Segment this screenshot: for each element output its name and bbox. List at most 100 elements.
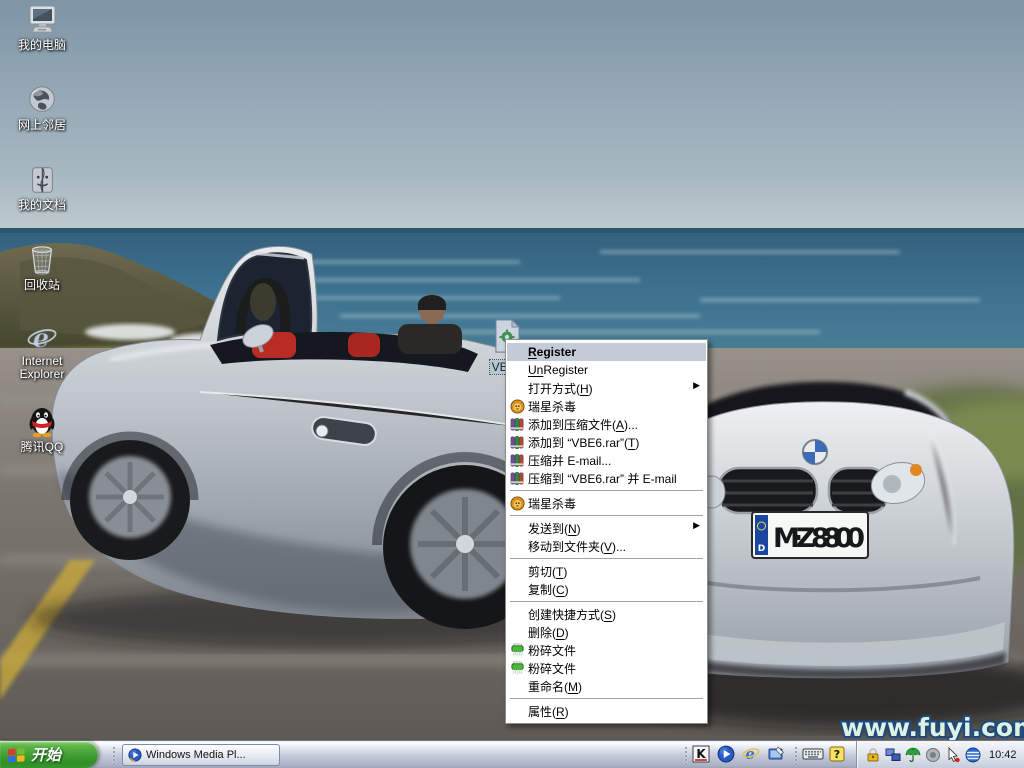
show-desktop-icon — [767, 745, 785, 763]
tray-lock-icon[interactable] — [865, 747, 881, 763]
file-shredder-icon — [507, 660, 528, 676]
menu-item-properties[interactable]: 属性(R) — [507, 702, 706, 720]
menu-item-copy[interactable]: 复制(C) — [507, 580, 706, 598]
menu-item-delete[interactable]: 删除(D) — [507, 623, 706, 641]
desktop-icon-label: 腾讯QQ — [21, 441, 64, 454]
my-computer-icon — [25, 4, 59, 36]
submenu-arrow-icon: ▶ — [693, 520, 700, 531]
blank-icon — [507, 538, 528, 554]
quick-launch-show-desktop[interactable] — [767, 745, 785, 763]
menu-item-rename[interactable]: 重命名(M) — [507, 677, 706, 695]
rising-antivirus-icon — [507, 495, 528, 511]
menu-item-add-to-vbe6-rar[interactable]: 添加到 “VBE6.rar”(T) — [507, 433, 706, 451]
taskbar: 开始 Windows Media Pl... K — [0, 740, 1024, 768]
menu-item-register[interactable]: Register — [507, 343, 706, 361]
winrar-icon — [507, 470, 528, 486]
desktop-icon-label: 我的电脑 — [18, 39, 66, 52]
blank-icon — [507, 520, 528, 536]
svg-text:e: e — [33, 324, 50, 354]
menu-separator — [510, 490, 703, 491]
task-button-label: Windows Media Pl... — [146, 749, 246, 761]
system-tray: 10:42 — [856, 741, 1024, 768]
context-menu: Register UnRegister 打开方式(H) ▶ 瑞星杀毒 添加到压缩… — [505, 339, 708, 724]
rising-antivirus-icon — [507, 398, 528, 414]
my-documents-icon — [26, 164, 58, 196]
desktop-icon-recycle-bin[interactable]: 回收站 — [0, 244, 84, 294]
k-app-icon: K — [692, 745, 710, 763]
blank-icon — [507, 703, 528, 719]
wallpaper-watermark: www.fuyi.com — [841, 713, 1024, 740]
windows-media-player-icon — [128, 748, 142, 762]
tray-cursor-icon[interactable] — [945, 747, 961, 763]
blank-icon — [507, 344, 528, 360]
toolbar-grip[interactable] — [684, 746, 688, 764]
winrar-icon — [507, 452, 528, 468]
menu-item-cut[interactable]: 剪切(T) — [507, 562, 706, 580]
desktop-icon-label: 网上邻居 — [18, 119, 66, 132]
file-shredder-icon — [507, 642, 528, 658]
menu-item-create-shortcut[interactable]: 创建快捷方式(S) — [507, 605, 706, 623]
language-bar-keyboard[interactable] — [802, 746, 824, 762]
menu-item-send-to[interactable]: 发送到(N) ▶ — [507, 519, 706, 537]
blank-icon — [507, 606, 528, 622]
tray-network-icon[interactable] — [885, 747, 901, 763]
tencent-qq-icon — [26, 404, 58, 438]
desktop-icon-tencent-qq[interactable]: 腾讯QQ — [0, 404, 84, 456]
tray-globe-icon[interactable] — [965, 747, 981, 763]
windows-media-player-icon — [717, 745, 735, 763]
toolbar-grip[interactable] — [112, 746, 116, 764]
toolbar-grip[interactable] — [794, 746, 798, 764]
blank-icon — [507, 380, 528, 396]
svg-text:e: e — [745, 745, 755, 763]
desktop-icon-internet-explorer[interactable]: e Internet Explorer — [0, 324, 84, 383]
windows-logo-icon — [7, 746, 26, 763]
svg-text:?: ? — [834, 748, 840, 761]
menu-item-open-with[interactable]: 打开方式(H) ▶ — [507, 379, 706, 397]
menu-item-compress-to-vbe6-rar-and-email[interactable]: 压缩到 “VBE6.rar” 并 E-mail — [507, 469, 706, 487]
desktop-icon-label: 我的文档 — [18, 199, 66, 212]
menu-item-rising-antivirus-scan[interactable]: 瑞星杀毒 — [507, 397, 706, 415]
internet-explorer-icon: e — [26, 324, 58, 354]
menu-item-compress-and-email[interactable]: 压缩并 E-mail... — [507, 451, 706, 469]
menu-separator — [510, 601, 703, 602]
desktop: D M·Z 8800 www.fuyi.com 我的电脑 网上邻居 — [0, 0, 1024, 740]
menu-separator — [510, 515, 703, 516]
blank-icon — [507, 362, 528, 378]
plate-country: D — [758, 544, 765, 554]
blank-icon — [507, 581, 528, 597]
submenu-arrow-icon: ▶ — [693, 380, 700, 391]
menu-separator — [510, 558, 703, 559]
tray-volume-icon[interactable] — [925, 747, 941, 763]
menu-item-shred-file-1[interactable]: 粉碎文件 — [507, 641, 706, 659]
network-places-icon — [26, 84, 58, 116]
desktop-icon-my-computer[interactable]: 我的电脑 — [0, 4, 84, 54]
svg-text:K: K — [696, 747, 706, 761]
blank-icon — [507, 678, 528, 694]
start-button[interactable]: 开始 — [0, 741, 98, 768]
menu-separator — [510, 698, 703, 699]
blank-icon — [507, 563, 528, 579]
tray-umbrella-icon[interactable] — [905, 747, 921, 763]
taskbar-task-windows-media-player[interactable]: Windows Media Pl... — [122, 744, 280, 766]
quick-launch-internet-explorer[interactable]: e — [742, 745, 760, 763]
quick-launch-media-player[interactable] — [717, 745, 735, 763]
blank-icon — [507, 624, 528, 640]
menu-item-rising-antivirus-scan-2[interactable]: 瑞星杀毒 — [507, 494, 706, 512]
language-bar-help[interactable]: ? — [829, 746, 845, 762]
taskbar-clock[interactable]: 10:42 — [989, 749, 1017, 761]
menu-item-move-to-folder[interactable]: 移动到文件夹(V)... — [507, 537, 706, 555]
desktop-icon-label: Internet Explorer — [0, 355, 84, 381]
keyboard-icon — [802, 746, 824, 762]
desktop-icon-network-places[interactable]: 网上邻居 — [0, 84, 84, 134]
help-icon: ? — [829, 746, 845, 762]
menu-item-add-to-archive[interactable]: 添加到压缩文件(A)... — [507, 415, 706, 433]
desktop-icon-my-documents[interactable]: 我的文档 — [0, 164, 84, 214]
quick-launch-k-app[interactable]: K — [692, 745, 710, 763]
winrar-icon — [507, 434, 528, 450]
license-plate-text: M·Z 8800 — [773, 523, 865, 554]
winrar-icon — [507, 416, 528, 432]
internet-explorer-icon: e — [742, 745, 760, 763]
menu-item-unregister[interactable]: UnRegister — [507, 361, 706, 379]
menu-item-shred-file-2[interactable]: 粉碎文件 — [507, 659, 706, 677]
recycle-bin-icon — [26, 244, 58, 276]
